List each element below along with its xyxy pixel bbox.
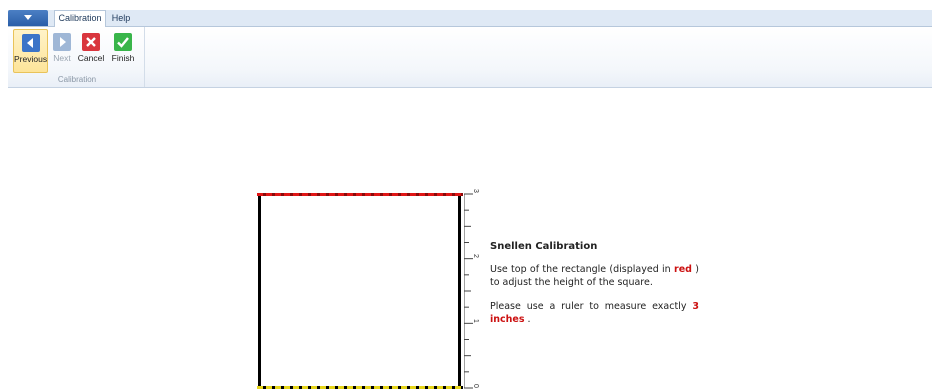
p1-text-before: Use top of the rectangle (displayed in — [490, 264, 671, 275]
ruler-ticks — [464, 193, 473, 389]
calibration-group: Previous Next Cancel Finish Calibration — [10, 27, 145, 87]
instructions-paragraph-2: Please use a ruler to measure exactly 3 … — [490, 300, 699, 326]
finish-button[interactable]: Finish — [108, 29, 138, 73]
p2-text-before: Please use a ruler to measure exactly — [490, 301, 687, 312]
p2-text-after: . — [527, 314, 531, 325]
top-edge-handle[interactable] — [257, 193, 463, 196]
previous-label: Previous — [14, 54, 48, 64]
check-icon — [114, 33, 132, 51]
tab-calibration[interactable]: Calibration — [54, 10, 106, 27]
close-icon — [82, 33, 100, 51]
instructions-panel: Snellen Calibration Use top of the recta… — [490, 240, 699, 337]
tab-help[interactable]: Help — [108, 11, 134, 26]
calibration-square — [258, 193, 461, 388]
previous-button[interactable]: Previous — [13, 29, 48, 73]
arrow-right-icon — [53, 33, 71, 51]
cancel-button[interactable]: Cancel — [76, 29, 106, 73]
instructions-paragraph-1: Use top of the rectangle (displayed in r… — [490, 263, 699, 289]
ruler-label-2: 2 — [472, 254, 479, 258]
instructions-title: Snellen Calibration — [490, 241, 598, 252]
bottom-edge — [257, 386, 463, 389]
ribbon-tab-bar: Calibration Help — [8, 10, 932, 27]
p1-red-word: red — [674, 264, 692, 275]
ruler-label-3: 3 — [472, 189, 479, 193]
finish-label: Finish — [111, 53, 135, 63]
application-menu-button[interactable] — [8, 10, 48, 26]
cancel-label: Cancel — [77, 53, 105, 63]
ruler-label-1: 1 — [472, 319, 479, 323]
next-button[interactable]: Next — [51, 29, 73, 73]
next-label: Next — [53, 53, 71, 63]
arrow-left-icon — [21, 34, 40, 52]
ruler-label-0: 0 — [472, 384, 479, 388]
ribbon: Previous Next Cancel Finish Calibration — [8, 27, 932, 88]
ruler — [464, 193, 473, 389]
chevron-down-icon — [24, 15, 32, 20]
group-label: Calibration — [57, 75, 97, 84]
